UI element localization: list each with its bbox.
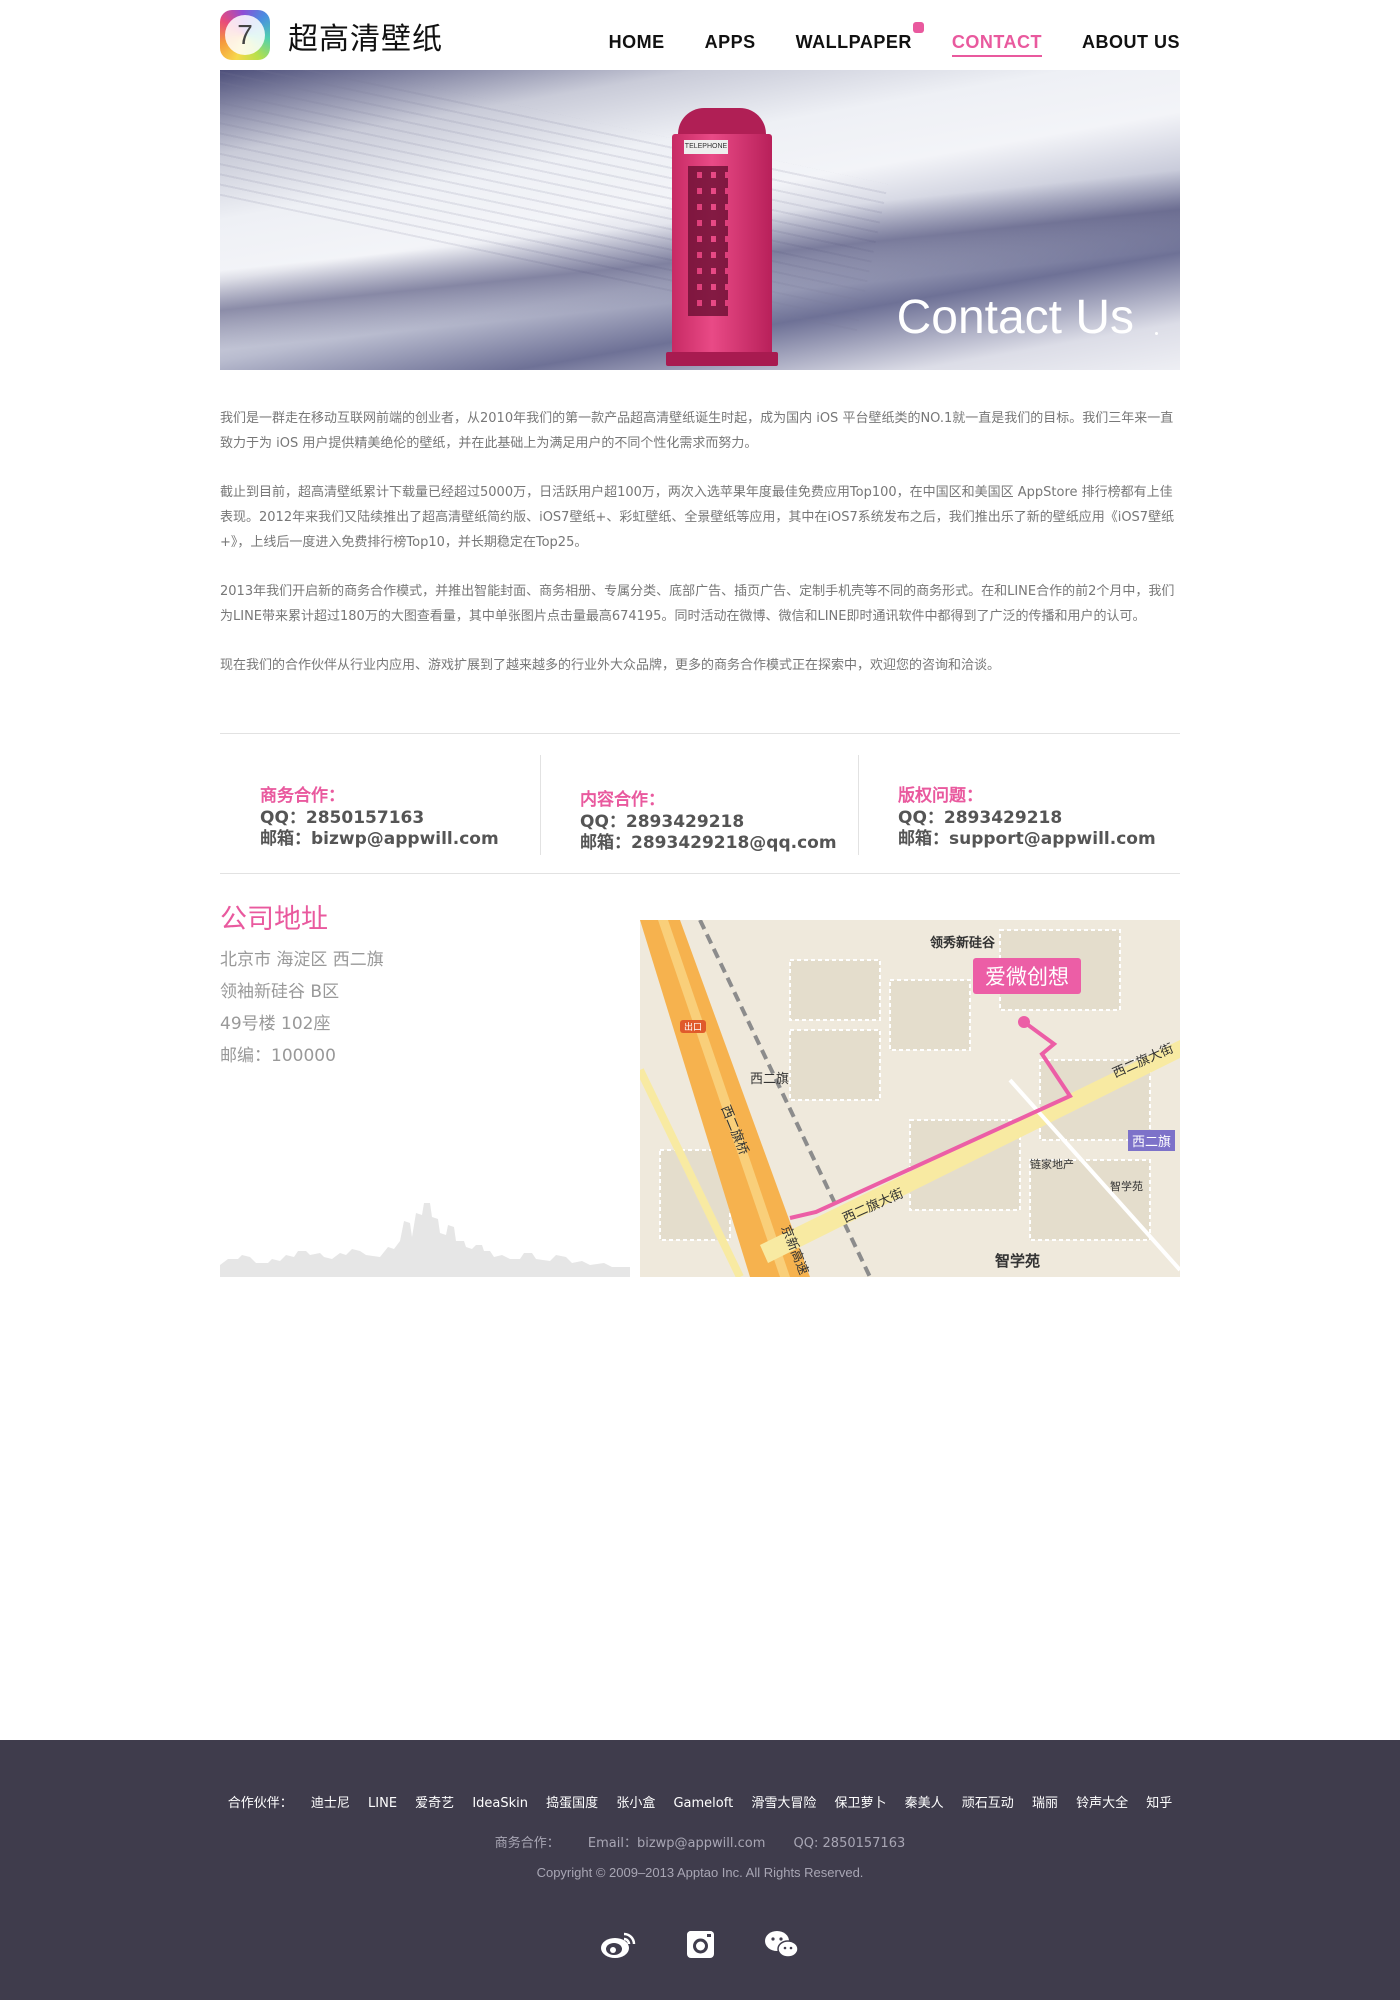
wechat-icon[interactable] [764,1930,800,1960]
partner-link[interactable]: 迪士尼 [311,1796,350,1811]
contact-info: 商务合作： QQ：2850157163 邮箱：bizwp@appwill.com… [220,755,1180,855]
footer-business-contact: 商务合作： Email：bizwp@appwill.com QQ: 285015… [0,1832,1400,1851]
contact-title: 版权问题： [898,786,983,806]
partner-link[interactable]: Gameloft [673,1796,733,1811]
partner-link[interactable]: IdeaSkin [472,1796,528,1811]
map-pin-label[interactable]: 爱微创想 [973,958,1081,994]
partner-link[interactable]: 捣蛋国度 [546,1796,598,1811]
biz-label: 商务合作： [494,1836,560,1851]
contact-email[interactable]: 邮箱：bizwp@appwill.com [260,829,499,850]
copyright: Copyright © 2009–2013 Apptao Inc. All Ri… [536,1865,864,1880]
address-line: 领袖新硅谷 B区 [220,982,340,1002]
column-divider [858,755,859,855]
site-title[interactable]: 超高清壁纸 [288,14,443,58]
contact-content: 内容合作： QQ：2893429218 邮箱：2893429218@qq.com [580,785,837,854]
partners-list: 合作伙伴： 迪士尼 LINE 爱奇艺 IdeaSkin 捣蛋国度 张小盒 Gam… [0,1792,1400,1811]
partner-link[interactable]: 顽石互动 [962,1796,1014,1811]
intro-paragraph: 截止到目前，超高清壁纸累计下载量已经超过5000万，日活跃用户超100万，两次入… [220,485,1175,550]
map-label: 智学苑 [995,1252,1041,1270]
location-map[interactable]: 爱微创想 领秀新硅谷 西二旗 西二旗大街 西二旗大街 西二旗桥 京新高速 智学苑… [640,920,1180,1277]
partner-link[interactable]: 知乎 [1146,1796,1172,1811]
partner-link[interactable]: 张小盒 [616,1796,655,1811]
address-line: 北京市 海淀区 西二旗 [220,950,384,970]
postal-code: 邮编：100000 [220,1046,336,1066]
intro-paragraph: 现在我们的合作伙伴从行业内应用、游戏扩展到了越来越多的行业外大众品牌，更多的商务… [220,658,1001,673]
partner-link[interactable]: 铃声大全 [1076,1796,1128,1811]
nav-contact[interactable]: CONTACT [951,32,1042,57]
social-links [600,1930,800,1964]
partner-link[interactable]: 瑞丽 [1032,1796,1058,1811]
divider [220,873,1180,874]
contact-email[interactable]: 邮箱：support@appwill.com [898,829,1156,850]
intro-text: 我们是一群走在移动互联网前端的创业者，从2010年我们的第一款产品超高清壁纸诞生… [220,406,1180,702]
map-exit-label: 出口 [680,1020,707,1033]
nav-wallpaper[interactable]: WALLPAPER [795,22,924,57]
telephone-booth-graphic: TELEPHONE [666,108,778,366]
contact-qq: QQ：2893429218 [898,808,1063,828]
notification-badge [912,22,924,33]
instagram-icon[interactable] [682,1930,718,1960]
map-badge: 西二旗 [1128,1130,1176,1151]
site-footer: 合作伙伴： 迪士尼 LINE 爱奇艺 IdeaSkin 捣蛋国度 张小盒 Gam… [0,1740,1400,2000]
partner-link[interactable]: 滑雪大冒险 [751,1796,816,1811]
site-header: 7 超高清壁纸 HOME APPS WALLPAPER CONTACT ABOU… [220,0,1180,70]
intro-paragraph: 我们是一群走在移动互联网前端的创业者，从2010年我们的第一款产品超高清壁纸诞生… [220,411,1174,451]
contact-copyright: 版权问题： QQ：2893429218 邮箱：support@appwill.c… [898,781,1156,850]
nav-wallpaper-label: WALLPAPER [795,32,912,52]
map-station-label: 西二旗 [750,1072,790,1087]
weibo-icon[interactable] [600,1930,636,1960]
contact-qq: QQ：2850157163 [260,808,425,828]
partners-label: 合作伙伴： [227,1796,293,1811]
partner-link[interactable]: 爱奇艺 [415,1796,454,1811]
intro-paragraph: 2013年我们开启新的商务合作模式，并推出智能封面、商务相册、专属分类、底部广告… [220,584,1175,624]
address-title: 公司地址 [220,904,328,935]
hero-banner: TELEPHONE Contact Us [220,70,1180,370]
city-skyline-graphic [220,1203,630,1277]
map-poi: 智学苑 [1110,1180,1143,1193]
divider [220,733,1180,734]
company-address: 公司地址 北京市 海淀区 西二旗 领袖新硅谷 B区 49号楼 102座 邮编：1… [220,897,630,1277]
nav-about-us[interactable]: ABOUT US [1082,32,1180,57]
contact-title: 内容合作： [580,790,665,810]
hero-caption: Contact Us [896,291,1134,344]
contact-qq: QQ：2893429218 [580,812,745,832]
booth-sign: TELEPHONE [684,140,728,154]
column-divider [540,755,541,855]
partner-link[interactable]: 保卫萝卜 [834,1796,886,1811]
nav-apps[interactable]: APPS [705,32,756,57]
contact-title: 商务合作： [260,786,345,806]
contact-email[interactable]: 邮箱：2893429218@qq.com [580,833,837,854]
logo-numeral: 7 [225,15,265,55]
main-nav: HOME APPS WALLPAPER CONTACT ABOUT US [609,22,1180,57]
biz-qq: QQ: 2850157163 [793,1836,906,1851]
map-label: 领秀新硅谷 [930,936,996,951]
partner-link[interactable]: 秦美人 [905,1796,944,1811]
map-poi: 链家地产 [1030,1158,1074,1171]
partner-link[interactable]: LINE [368,1796,397,1811]
nav-home[interactable]: HOME [609,32,665,57]
address-line: 49号楼 102座 [220,1014,331,1034]
app-logo-icon[interactable]: 7 [220,10,270,60]
contact-business: 商务合作： QQ：2850157163 邮箱：bizwp@appwill.com [260,781,499,850]
biz-email[interactable]: Email：bizwp@appwill.com [588,1836,765,1851]
